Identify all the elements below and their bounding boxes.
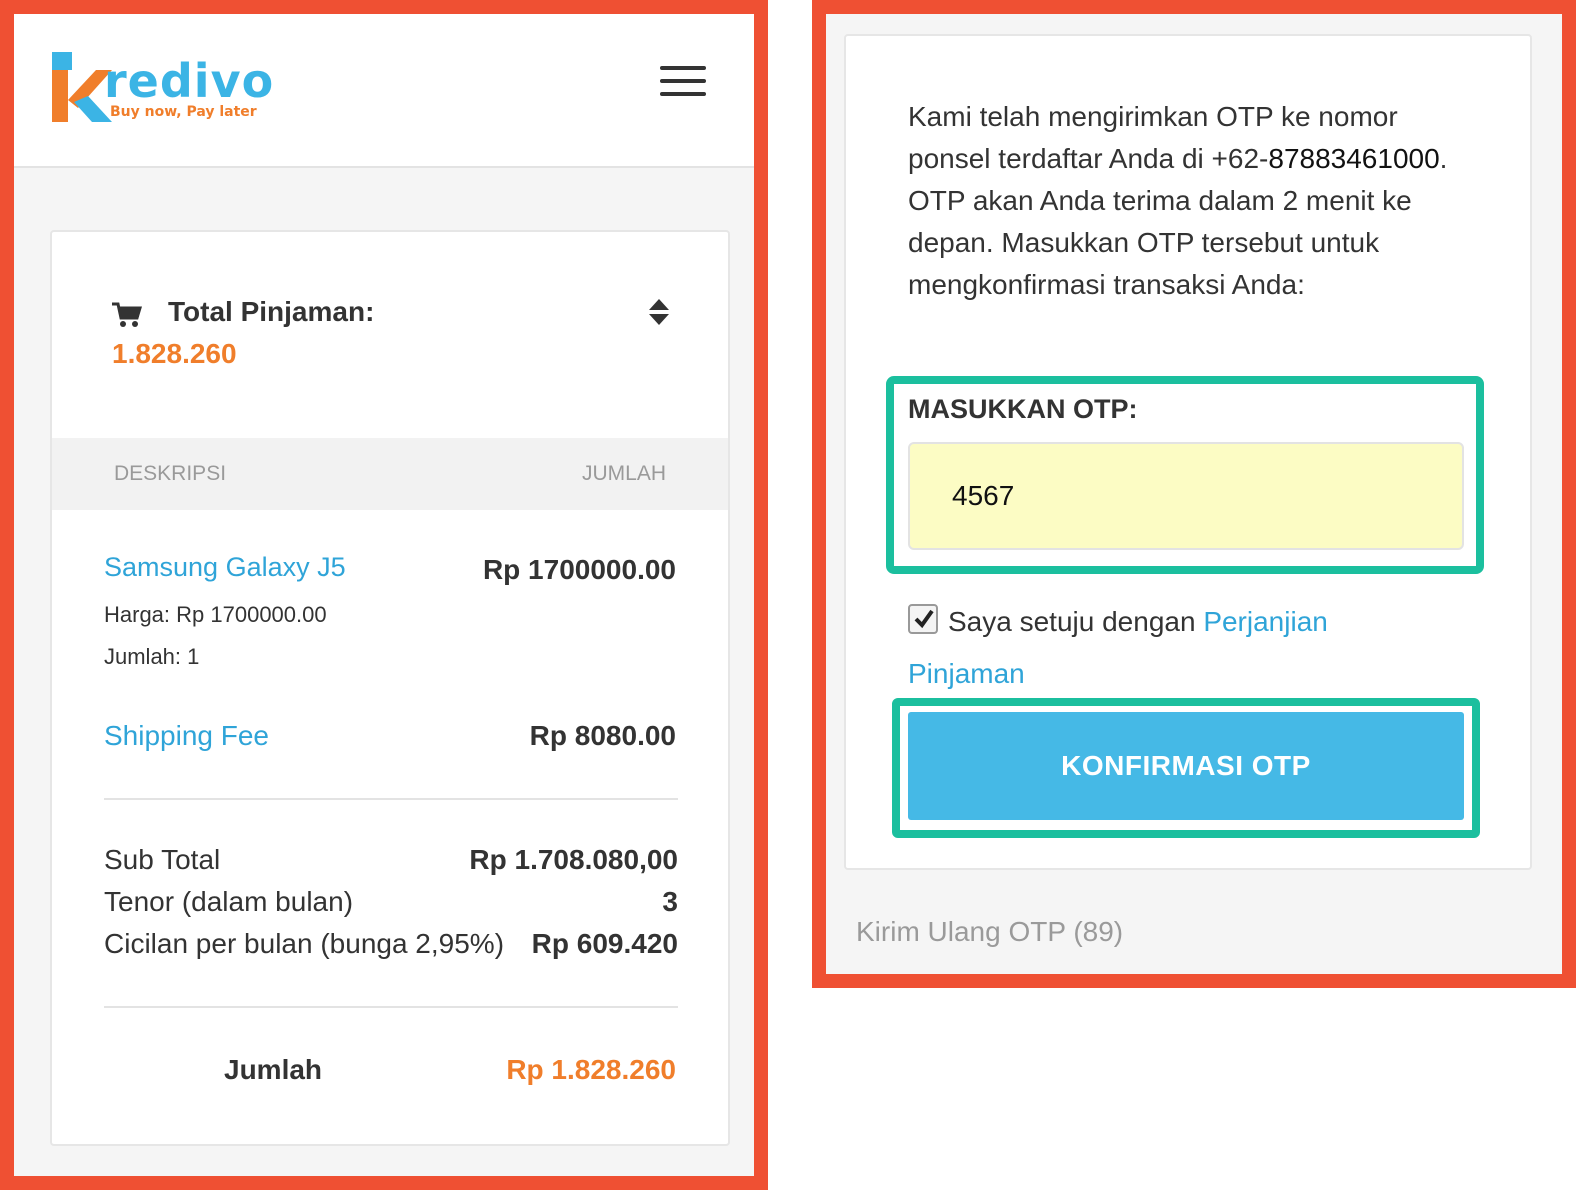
confirm-otp-button[interactable]: KONFIRMASI OTP — [908, 712, 1464, 820]
cart-icon — [112, 302, 142, 327]
otp-input[interactable] — [908, 442, 1464, 550]
table-header: DESKRIPSI JUMLAH — [52, 438, 728, 510]
shipping-fee-price: Rp 8080.00 — [529, 720, 676, 751]
tenor-label: Tenor (dalam bulan) — [104, 886, 354, 917]
product-price: Rp 1700000.00 — [482, 554, 676, 585]
loan-summary-panel: redivo Buy now, Pay later Total Pinjaman… — [0, 0, 768, 1190]
column-amount: JUMLAH — [581, 462, 666, 485]
logo-wordmark: redivo — [104, 54, 275, 108]
product-unit-price: Harga: Rp 1700000.00 — [104, 602, 327, 627]
agreement-checkbox[interactable] — [908, 604, 938, 634]
resend-otp-link[interactable]: Kirim Ulang OTP (89) — [856, 916, 1123, 948]
subtotal-value: Rp 1.708.080,00 — [469, 844, 678, 875]
total-loan-label: Total Pinjaman: — [168, 296, 375, 327]
divider — [104, 1006, 678, 1008]
installment-label: Cicilan per bulan (bunga 2,95%) — [104, 928, 505, 959]
grand-total-value: Rp 1.828.260 — [506, 1054, 676, 1085]
product-link[interactable]: Samsung Galaxy J5 — [104, 552, 346, 583]
kredivo-k-icon — [52, 52, 112, 122]
kredivo-logo[interactable]: redivo Buy now, Pay later — [52, 52, 273, 122]
tenor-value: 3 — [662, 886, 678, 917]
hamburger-icon[interactable] — [660, 66, 708, 102]
shipping-fee-link[interactable]: Shipping Fee — [104, 720, 269, 752]
otp-card: Kami telah mengirimkan OTP ke nomor pons… — [844, 34, 1532, 870]
otp-label: MASUKKAN OTP: — [908, 394, 1138, 424]
divider — [104, 798, 678, 800]
loan-agreement-link-cont[interactable]: Pinjaman — [908, 658, 1025, 690]
product-quantity: Jumlah: 1 — [104, 644, 200, 669]
loan-card: Total Pinjaman: 1.828.260 DESKRIPSI JUML… — [50, 230, 730, 1146]
otp-panel: Kami telah mengirimkan OTP ke nomor pons… — [812, 0, 1576, 988]
total-loan-value: 1.828.260 — [112, 338, 237, 369]
installment-value: Rp 609.420 — [531, 928, 678, 959]
agreement-text: Saya setuju dengan Perjanjian — [948, 606, 1328, 637]
phone-number: 87883461000 — [1268, 143, 1440, 174]
column-description: DESKRIPSI — [114, 462, 227, 485]
check-icon — [914, 609, 934, 629]
otp-instructions: Kami telah mengirimkan OTP ke nomor pons… — [908, 101, 1448, 300]
subtotal-label: Sub Total — [104, 844, 221, 875]
loan-agreement-link[interactable]: Perjanjian — [1203, 606, 1328, 637]
logo-tagline: Buy now, Pay later — [110, 104, 257, 120]
app-header: redivo Buy now, Pay later — [14, 14, 754, 168]
sort-icon[interactable] — [648, 298, 670, 326]
grand-total-label: Jumlah — [224, 1054, 323, 1085]
